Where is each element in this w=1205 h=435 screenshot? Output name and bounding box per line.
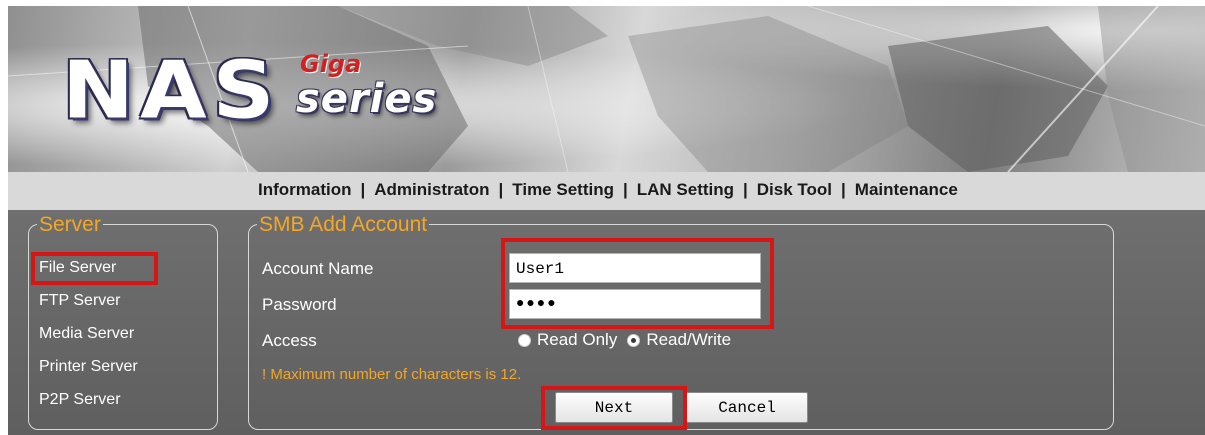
top-nav-bar: Information | Administraton | Time Setti… — [8, 172, 1205, 210]
sidebar-item-media-server[interactable]: Media Server — [39, 325, 134, 343]
password-input[interactable]: ●●●● — [509, 289, 761, 319]
read-write-label: Read/Write — [646, 330, 732, 349]
nav-separator: | — [743, 180, 748, 199]
access-label: Access — [262, 331, 317, 350]
smb-add-account-legend: SMB Add Account — [259, 213, 428, 236]
smb-add-account-panel: SMB Add Account — [248, 214, 1114, 430]
nav-administration[interactable]: Administraton — [374, 180, 489, 200]
nav-separator: | — [360, 180, 366, 199]
nav-separator: | — [498, 180, 504, 199]
nav-information[interactable]: Information — [258, 180, 352, 200]
nav-separator: | — [841, 180, 846, 199]
logo-giga: Giga — [300, 50, 362, 78]
cancel-button[interactable]: Cancel — [686, 392, 808, 423]
sidebar-item-file-server[interactable]: File Server — [39, 259, 116, 277]
next-button[interactable]: Next — [555, 392, 673, 423]
access-radio-group: Read Only Read/Write — [518, 330, 741, 350]
read-only-label: Read Only — [537, 330, 618, 349]
header-banner: NAS Giga series — [8, 6, 1205, 172]
nav-separator: | — [622, 180, 628, 199]
sidebar-item-printer-server[interactable]: Printer Server — [39, 358, 138, 376]
nav-time-setting[interactable]: Time Setting — [512, 180, 614, 200]
nav-maintenance[interactable]: Maintenance — [855, 180, 958, 200]
account-name-label: Account Name — [262, 259, 374, 278]
nav-disk-tool[interactable]: Disk Tool — [757, 180, 832, 200]
password-label: Password — [262, 295, 337, 314]
nav-lan-setting[interactable]: LAN Setting — [637, 180, 734, 200]
server-legend: Server — [39, 213, 101, 236]
sidebar-item-ftp-server[interactable]: FTP Server — [39, 292, 121, 310]
logo-nas: NAS — [62, 45, 281, 137]
sidebar-item-p2p-server[interactable]: P2P Server — [39, 391, 121, 409]
logo-series: series — [296, 76, 438, 122]
max-characters-warning: ! Maximum number of characters is 12. — [262, 366, 522, 383]
account-name-input[interactable]: User1 — [509, 253, 761, 283]
top-nav-items: Information | Administraton | Time Setti… — [258, 180, 958, 200]
read-write-radio[interactable] — [627, 333, 641, 347]
read-only-radio[interactable] — [518, 333, 531, 347]
